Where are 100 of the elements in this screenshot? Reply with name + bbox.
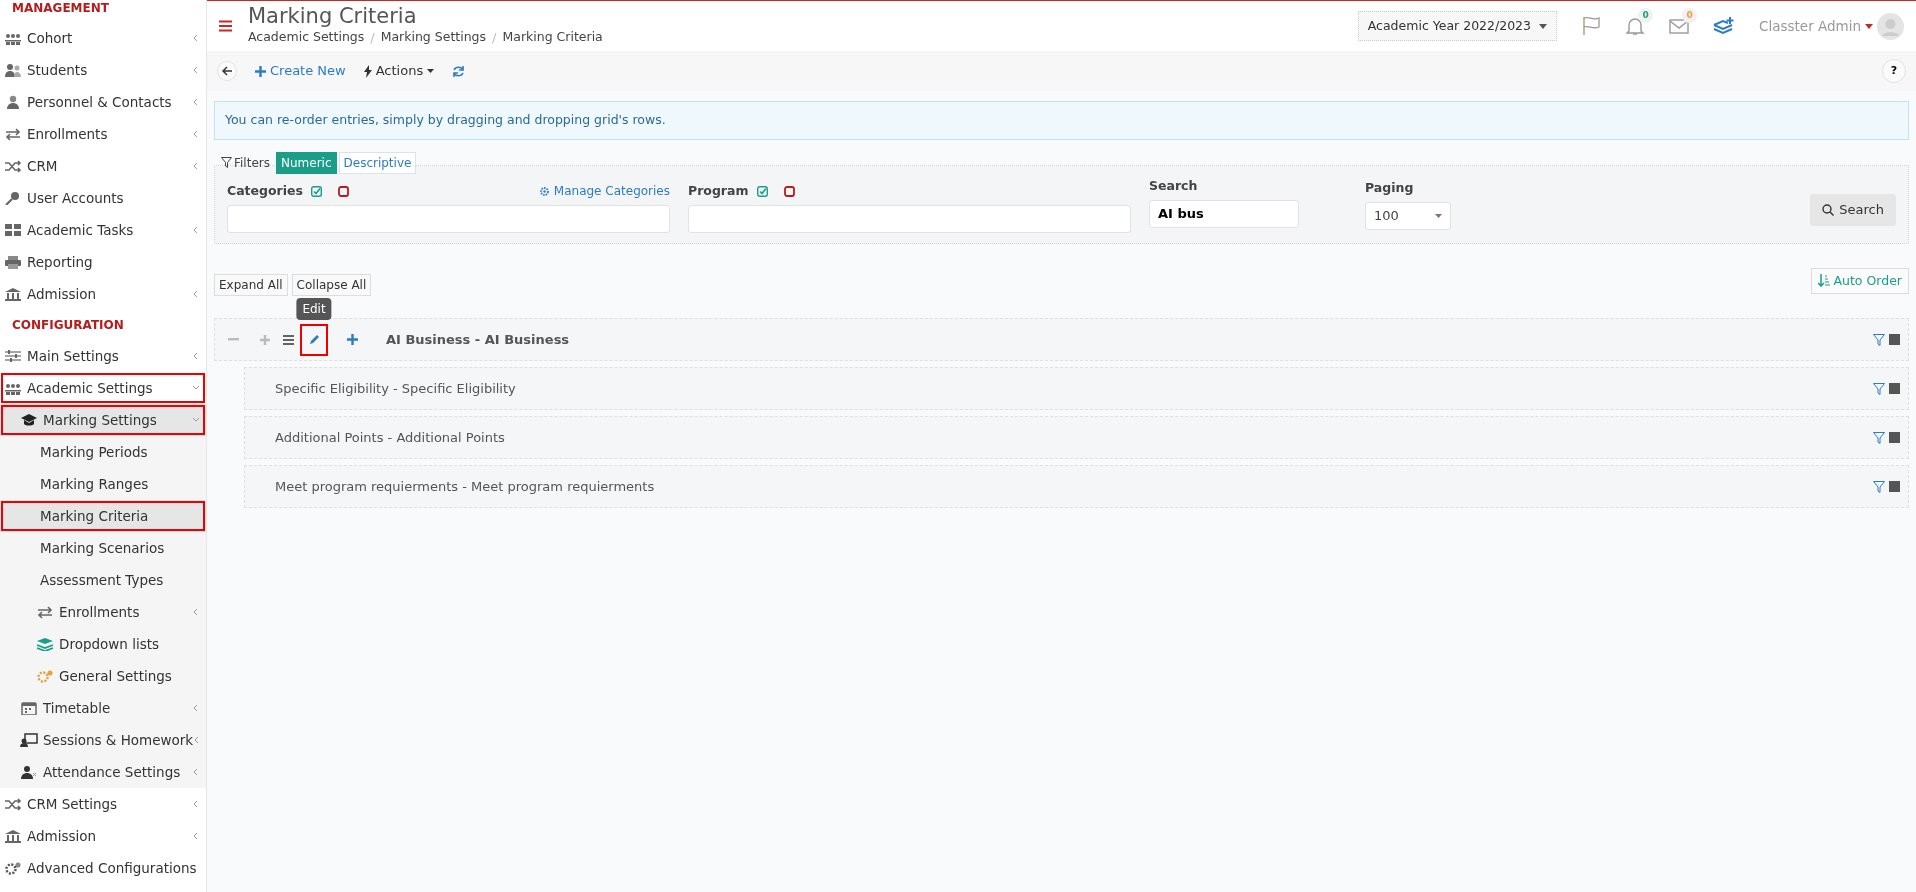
caret-icon [427,69,435,73]
filter-tab[interactable]: Descriptive [338,151,417,174]
sidebar-item[interactable]: Marking Scenarios [0,532,206,564]
actions-dropdown[interactable]: Actions [363,61,435,81]
filter-icon [221,157,232,169]
sidebar-item[interactable]: Advanced Configurations [0,852,206,884]
checkbox-checked-icon[interactable] [756,185,768,197]
sidebar-item[interactable]: Admission [0,820,206,852]
sidebar-item[interactable]: Academic Tasks [0,214,206,246]
breadcrumb-link[interactable]: Academic Settings [248,28,365,48]
paging-select[interactable]: 100 [1365,201,1451,230]
search-field[interactable]: AI bus [1149,199,1299,228]
node-label: Specific Eligibility - Specific Eligibility [275,380,516,398]
field-label: Paging [1365,178,1415,197]
swap-arrows-icon [36,605,54,619]
expand-all-button[interactable]: Expand All [214,274,288,297]
page-title: Marking Criteria [248,4,418,29]
layers-icon [36,637,54,651]
help-button[interactable]: ? [1882,59,1906,83]
field-label: Search [1149,176,1199,195]
sidebar-item[interactable]: Enrollments [0,596,206,628]
people-icon [4,381,22,395]
sidebar-item[interactable]: Cohort [0,22,206,54]
sidebar-item[interactable]: Enrollments [0,118,206,150]
swap-arrows-icon [4,127,22,141]
bell-icon[interactable] [1625,16,1645,37]
filter-icon[interactable] [1873,333,1885,346]
section-heading: CONFIGURATION [11,317,125,334]
breadcrumb-separator: / [370,29,375,48]
flag-icon[interactable] [1581,16,1601,36]
lightning-icon [363,64,372,78]
checkbox-icon[interactable] [783,185,795,197]
manage-categories-link[interactable]: Manage Categories [538,182,670,201]
sidebar-item[interactable]: Sessions & Homework [0,724,206,756]
sidebar-item[interactable]: Marking Ranges [0,468,206,500]
gear-icon [538,185,550,197]
filter-icon[interactable] [1873,480,1885,493]
sidebar-item[interactable]: Admission [0,278,206,310]
presentation-icon [20,733,38,747]
filters-label: Filters [234,154,270,172]
square-icon[interactable] [1889,334,1900,346]
checkbox-checked-icon[interactable] [310,185,322,197]
shuffle-icon [4,797,22,811]
person-icon [20,765,38,779]
square-icon[interactable] [1889,432,1900,444]
categories-field[interactable] [227,204,670,233]
gear-icon [4,861,22,875]
layers-plus-icon[interactable] [1713,16,1735,36]
sidebar-item[interactable]: CRM Settings [0,788,206,820]
node-label: Meet program requierments - Meet program requierments [275,478,655,496]
menu-icon[interactable] [219,20,232,32]
sliders-icon [4,349,22,363]
sidebar-item[interactable]: Marking Settings [0,404,206,436]
users-icon [4,63,22,77]
sidebar-item[interactable]: Attendance Settings [0,756,206,788]
checkbox-icon[interactable] [337,185,349,197]
refresh-button[interactable] [452,64,466,78]
refresh-icon [452,64,466,78]
tooltip: Edit [296,297,332,320]
program-field[interactable] [688,204,1131,233]
sidebar-item[interactable]: Students [0,54,206,86]
sidebar-item[interactable]: Marking Criteria [0,500,206,532]
sidebar-item[interactable]: CRM [0,150,206,182]
breadcrumb-link[interactable]: Marking Settings [380,28,487,48]
sidebar-item[interactable]: Academic Settings [0,372,206,404]
sidebar-item[interactable]: Personnel & Contacts [0,86,206,118]
envelope-icon[interactable] [1669,16,1689,37]
bank-icon [4,287,22,301]
pencil-icon [308,334,320,346]
sidebar-item[interactable]: Marking Periods [0,436,206,468]
square-icon[interactable] [1889,383,1900,395]
sidebar-item[interactable]: Reporting [0,246,206,278]
sidebar-item[interactable]: Main Settings [0,340,206,372]
back-button[interactable] [217,61,237,81]
sidebar-item[interactable]: User Accounts [0,182,206,214]
plus-icon [346,334,358,346]
plus-icon [255,65,266,77]
caret-icon [1865,23,1873,29]
section-heading: MANAGEMENT [11,0,110,17]
academic-year-dropdown[interactable]: Academic Year 2022/2023 [1357,10,1557,42]
people-icon [4,31,22,45]
search-button[interactable]: Search [1810,193,1896,226]
square-icon[interactable] [1889,481,1900,493]
filter-icon[interactable] [1873,431,1885,444]
sidebar-item[interactable]: Assessment Types [0,564,206,596]
field-label: Program [688,181,749,200]
calendar-icon [20,701,38,715]
filter-icon[interactable] [1873,382,1885,395]
sidebar-item[interactable]: Dropdown lists [0,628,206,660]
sidebar-item[interactable]: Timetable [0,692,206,724]
sidebar-item[interactable]: General Settings [0,660,206,692]
create-new-button[interactable]: Create New [255,61,346,81]
plus-icon [260,334,270,345]
info-message: You can re-order entries, simply by dragging and dropping grid's rows. [214,101,1909,140]
person-icon [4,95,22,109]
minus-icon [227,338,239,342]
collapse-all-button[interactable]: Collapse All [291,274,372,297]
node-label: Additional Points - Additional Points [275,429,505,447]
printer-icon [4,255,22,269]
drag-handle-icon[interactable] [283,334,294,345]
